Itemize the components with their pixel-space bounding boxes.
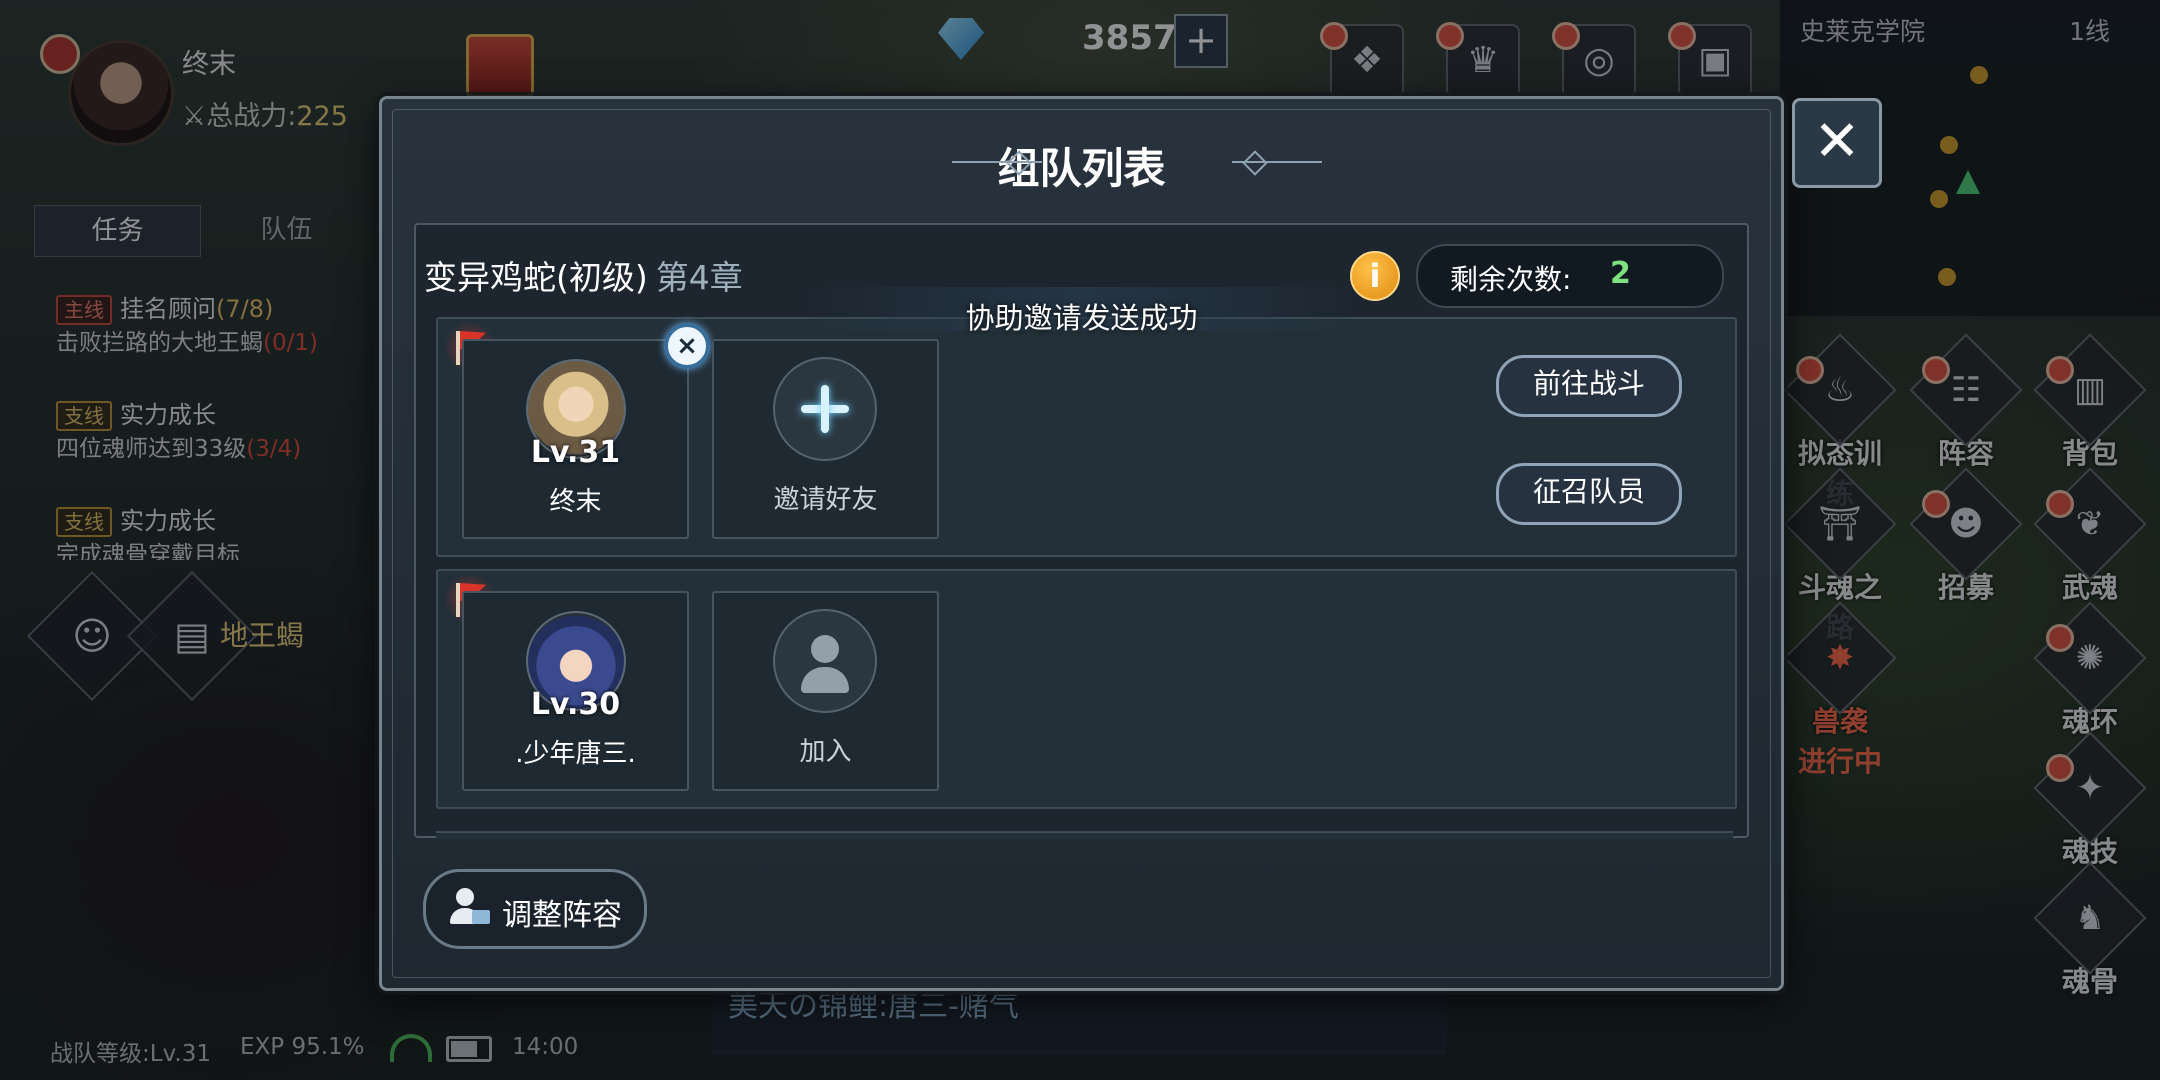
- adjust-lineup-button[interactable]: 调整阵容: [423, 869, 647, 949]
- member-name: 终末: [549, 487, 602, 517]
- team-list-modal: 组队列表 变异鸡蛇(初级) 第4章 i 剩余次数: 2 Lv.31 终末 × 邀请…: [379, 96, 1784, 991]
- go-to-battle-button[interactable]: 前往战斗: [1496, 355, 1682, 417]
- title-ornament-right: [1232, 161, 1322, 163]
- toast-message: 协助邀请发送成功: [965, 301, 1198, 335]
- adjust-lineup-label: 调整阵容: [502, 898, 622, 933]
- dungeon-name: 变异鸡蛇(初级): [424, 258, 648, 297]
- member-level: Lv.30: [530, 687, 621, 722]
- dungeon-title: 变异鸡蛇(初级) 第4章: [424, 251, 743, 299]
- lineup-user-icon: [448, 888, 490, 928]
- slot-label: 加入: [799, 737, 852, 767]
- recruit-members-button[interactable]: 征召队员: [1496, 463, 1682, 525]
- remaining-value: 2: [1610, 256, 1631, 291]
- member-card[interactable]: Lv.31 终末: [462, 339, 689, 539]
- member-level: Lv.31: [530, 435, 621, 470]
- member-card[interactable]: Lv.30 .少年唐三.: [462, 591, 689, 791]
- member-name: .少年唐三.: [515, 739, 636, 769]
- team-row: Lv.30 .少年唐三. 加入: [436, 569, 1737, 809]
- dungeon-chapter: 第4章: [655, 258, 743, 297]
- team-row-partial: [436, 831, 1733, 839]
- modal-title: 组队列表: [997, 144, 1166, 193]
- slot-label: 邀请好友: [773, 485, 878, 515]
- join-slot[interactable]: 加入: [712, 591, 939, 791]
- invite-friend-slot[interactable]: 邀请好友: [712, 339, 939, 539]
- person-icon: [773, 609, 877, 713]
- remaining-label: 剩余次数:: [1450, 263, 1572, 296]
- title-ornament-left: [952, 161, 1042, 163]
- team-row: Lv.31 终末 × 邀请好友 前往战斗 征召队员: [436, 317, 1737, 557]
- plus-icon: [773, 357, 877, 461]
- close-button[interactable]: ✕: [1792, 98, 1882, 188]
